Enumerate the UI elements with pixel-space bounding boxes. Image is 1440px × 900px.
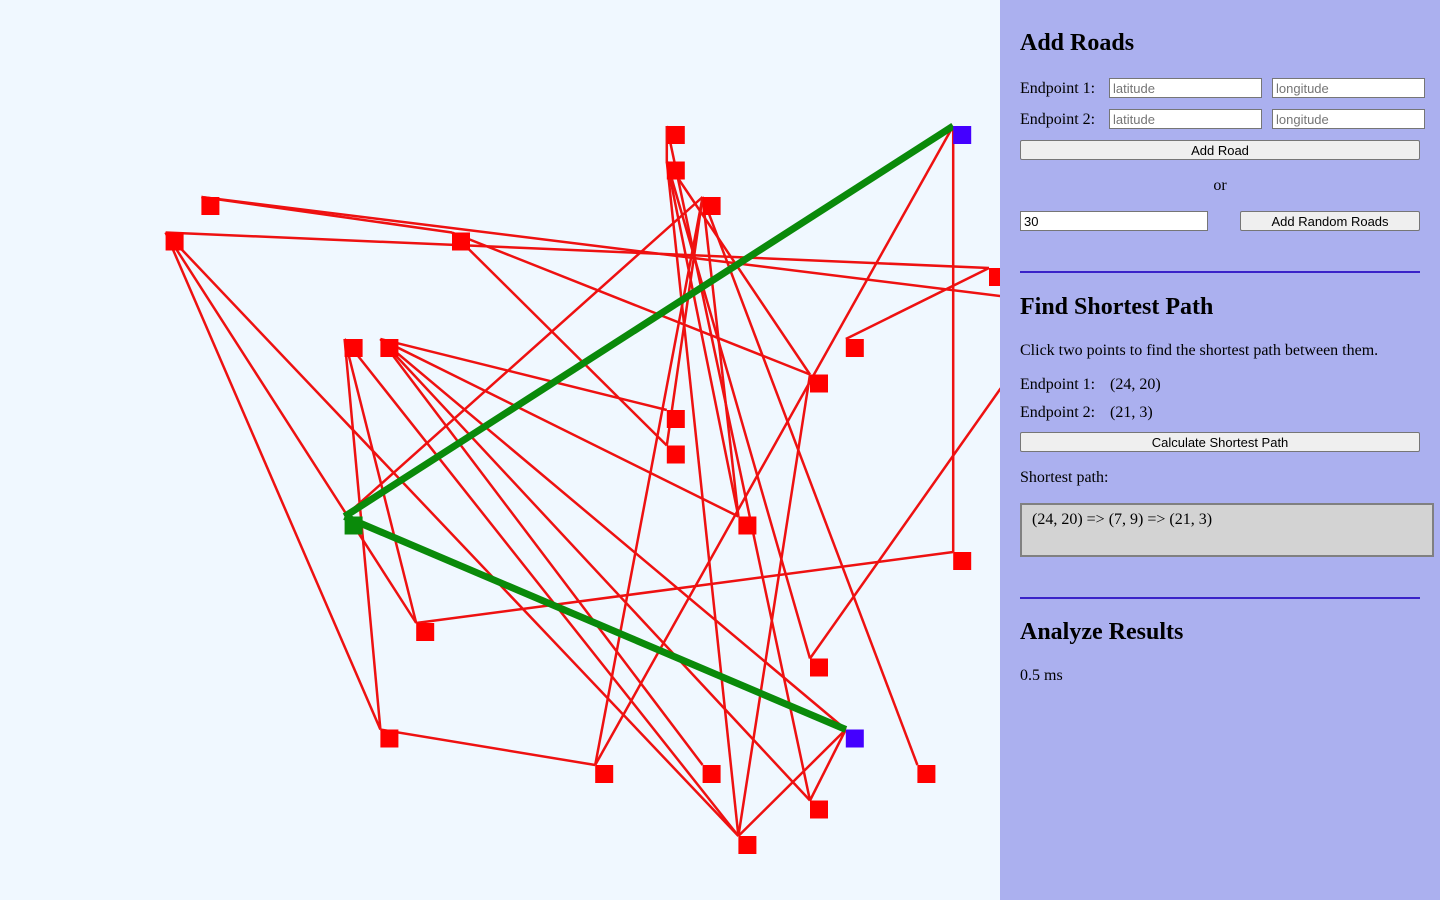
endpoint2-label: Endpoint 2: [1020,110,1096,128]
path-endpoint2-value: (21, 3) [1110,404,1153,421]
map-node[interactable] [201,197,220,215]
shortest-path-result: (24, 20) => (7, 9) => (21, 3) [1020,503,1434,557]
road-segment [416,550,954,625]
endpoint2-row: Endpoint 2: [1020,109,1425,129]
road-map-canvas[interactable] [0,0,1000,900]
map-node[interactable] [380,339,399,357]
endpoint2-latitude-input[interactable] [1109,109,1262,129]
add-road-button[interactable]: Add Road [1020,140,1420,160]
path-node[interactable] [344,516,363,535]
map-node[interactable] [989,268,1000,286]
map-node[interactable] [702,197,721,215]
calculate-shortest-path-button[interactable]: Calculate Shortest Path [1020,432,1420,452]
road-segment [451,231,668,447]
map-node[interactable] [738,836,757,854]
nodes-layer[interactable] [165,126,1000,854]
analyze-results-title: Analyze Results [1020,619,1184,645]
road-segment [164,232,382,730]
map-node[interactable] [344,339,363,357]
shortest-path-label: Shortest path: [1020,469,1109,486]
map-node[interactable] [738,516,757,535]
road-segment [808,387,1000,660]
path-endpoint2-label: Endpoint 2: [1020,404,1096,421]
road-segment [665,125,812,801]
road-segment [380,728,596,767]
path-instructions: Click two points to find the shortest pa… [1020,342,1379,359]
road-segment [165,231,990,270]
add-random-roads-button[interactable]: Add Random Roads [1240,211,1420,231]
map-node[interactable] [452,232,470,251]
road-segment [665,161,812,659]
road-segment [808,728,847,802]
map-node[interactable] [666,161,685,180]
endpoint2-longitude-input[interactable] [1272,109,1425,129]
map-node[interactable] [666,126,685,144]
road-segment [737,728,847,837]
shortest-path-segment [342,123,956,520]
map-node[interactable] [702,765,721,783]
section-divider-2 [1020,597,1420,599]
timing-result: 0.5 ms [1020,667,1063,684]
map-node[interactable] [380,729,399,748]
random-roads-count-input[interactable] [1020,211,1208,231]
road-map-svg[interactable] [0,0,1000,900]
endpoint1-row: Endpoint 1: [1020,78,1425,98]
map-node[interactable] [917,765,936,783]
path-endpoint1-label: Endpoint 1: [1020,376,1096,393]
map-node[interactable] [416,623,435,641]
map-node[interactable] [595,765,614,783]
or-text: or [1213,177,1227,194]
selected-endpoint-node[interactable] [845,729,864,748]
selected-endpoint-node[interactable] [953,126,972,144]
map-node[interactable] [165,232,184,251]
path-endpoint1: Endpoint 1: [1020,376,1095,394]
add-roads-title: Add Roads [1020,30,1135,56]
map-node[interactable] [953,552,972,570]
road-segment [164,231,418,624]
section-divider [1020,271,1420,273]
map-node[interactable] [810,374,828,393]
map-node[interactable] [845,339,864,357]
roads-layer [164,125,1000,837]
road-segment [379,338,811,802]
find-shortest-path-title: Find Shortest Path [1020,294,1214,320]
endpoint1-latitude-input[interactable] [1109,78,1262,98]
map-node[interactable] [810,658,828,677]
map-node[interactable] [666,410,685,428]
path-endpoint2: Endpoint 2: [1020,404,1095,422]
map-node[interactable] [810,800,828,819]
map-node[interactable] [666,445,685,464]
path-endpoint1-value: (24, 20) [1110,376,1161,393]
endpoint1-longitude-input[interactable] [1272,78,1425,98]
endpoint1-label: Endpoint 1: [1020,79,1096,97]
control-panel: Add Roads Endpoint 1: Endpoint 2: Add Ro… [1000,0,1440,900]
road-segment [593,196,704,766]
